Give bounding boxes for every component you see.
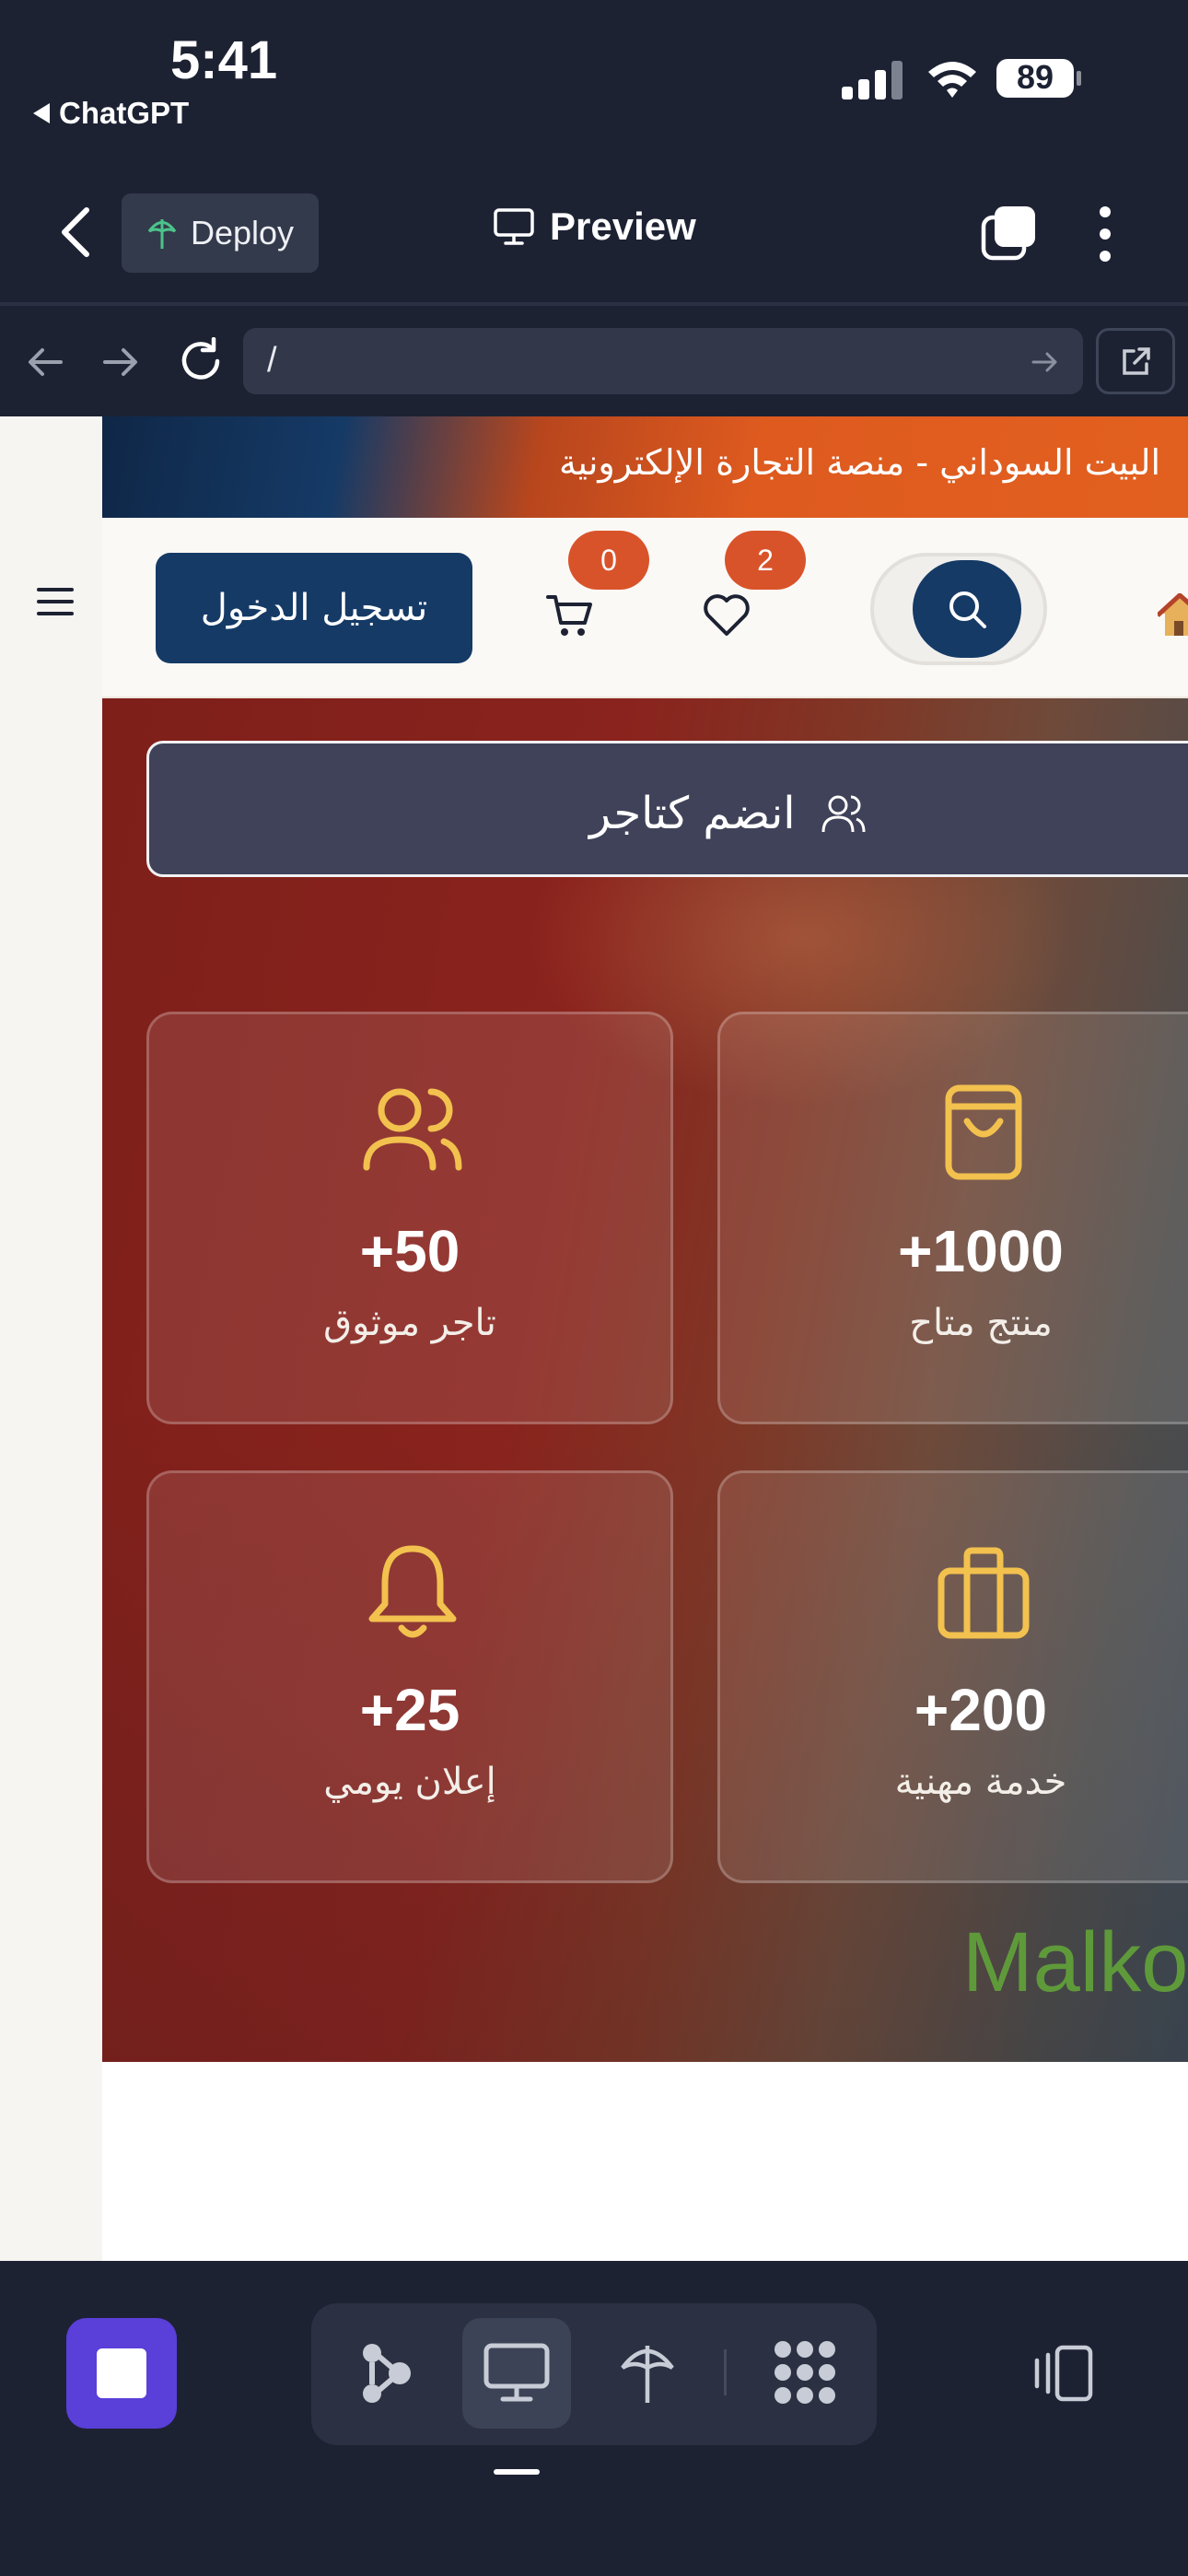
flow-icon[interactable] [354, 2340, 418, 2406]
stat-card-products: +1000 منتج متاح [717, 1012, 1188, 1424]
search-icon [949, 591, 986, 628]
cart-count-badge: 0 [568, 531, 649, 590]
back-chevron-icon[interactable] [55, 205, 98, 260]
content-section [102, 2062, 1188, 2261]
battery-level: 89 [1016, 58, 1054, 96]
join-button-content: انضم كتاجر [589, 788, 866, 839]
deploy-button[interactable]: Deploy [122, 193, 319, 273]
preview-title: Preview [493, 205, 696, 249]
status-time: 5:41 [170, 30, 278, 90]
wishlist-count-badge: 2 [725, 531, 806, 590]
cart-icon[interactable] [544, 590, 596, 641]
battery-indicator: 89 [995, 55, 1083, 101]
apps-grid-icon[interactable] [770, 2338, 840, 2406]
back-to-app-link[interactable]: ChatGPT [33, 96, 189, 131]
stat-card-ads: +25 إعلان يومي [146, 1470, 673, 1883]
search-button[interactable] [913, 560, 1021, 658]
open-external-button[interactable] [1096, 328, 1175, 394]
stat-card-merchants: +50 تاجر موثوق [146, 1012, 673, 1424]
reload-icon[interactable] [177, 337, 225, 385]
stat-caption: إعلان يومي [323, 1761, 496, 1803]
login-button[interactable]: تسجيل الدخول [156, 553, 472, 663]
stat-caption: منتج متاح [909, 1302, 1053, 1344]
stat-value: +25 [359, 1677, 460, 1743]
stat-value: +200 [914, 1677, 1048, 1743]
appbar-divider [0, 302, 1188, 306]
deploy-icon[interactable] [619, 2338, 676, 2406]
external-link-icon [1123, 347, 1150, 375]
users-icon [363, 1088, 462, 1171]
back-triangle-icon [33, 103, 50, 123]
heart-icon[interactable] [701, 590, 752, 641]
stat-card-services: +200 خدمة مهنية [717, 1470, 1188, 1883]
more-vertical-icon[interactable] [1087, 205, 1124, 263]
stop-icon [97, 2348, 146, 2398]
sidebar-strip [0, 416, 102, 2261]
stat-value: +50 [359, 1218, 460, 1284]
site-header: تسجيل الدخول 0 2 [102, 518, 1188, 698]
arrow-left-icon[interactable] [24, 341, 66, 383]
device-toggle-icon[interactable] [1030, 2344, 1100, 2403]
briefcase-icon [938, 1547, 1030, 1639]
wifi-icon [928, 62, 976, 98]
banner-text: البيت السوداني - منصة التجارة الإلكتروني… [559, 442, 1160, 483]
go-arrow-icon[interactable] [1030, 346, 1061, 378]
join-as-merchant-button[interactable]: انضم كتاجر [146, 741, 1188, 877]
url-text: / [267, 341, 277, 380]
deploy-label: Deploy [190, 214, 295, 252]
house-logo-icon[interactable] [1158, 593, 1188, 636]
home-indicator [494, 2469, 540, 2475]
login-label: تسجيل الدخول [200, 587, 428, 629]
stat-caption: خدمة مهنية [894, 1761, 1067, 1803]
site-page: البيت السوداني - منصة التجارة الإلكتروني… [102, 416, 1188, 2261]
cellular-signal-icon [842, 61, 903, 100]
arrow-right-icon[interactable] [99, 341, 142, 383]
hamburger-menu-icon[interactable] [37, 586, 74, 617]
join-label: انضم كتاجر [589, 788, 796, 839]
web-viewport: البيت السوداني - منصة التجارة الإلكتروني… [0, 416, 1188, 2261]
hero-section: انضم كتاجر +50 تاجر موثوق +1000 منتج متا… [102, 698, 1188, 2062]
deploy-icon [147, 219, 177, 249]
monitor-icon [494, 208, 534, 245]
stat-caption: تاجر موثوق [323, 1302, 496, 1344]
shopping-bag-icon [945, 1084, 1022, 1180]
mode-separator [724, 2349, 727, 2395]
back-app-label: ChatGPT [59, 96, 190, 130]
top-banner: البيت السوداني - منصة التجارة الإلكتروني… [102, 416, 1188, 518]
preview-label: Preview [550, 205, 696, 248]
users-icon [821, 795, 866, 833]
monitor-icon[interactable] [483, 2342, 551, 2403]
bell-icon [368, 1545, 457, 1638]
url-input[interactable] [243, 328, 1083, 394]
tabs-icon[interactable] [980, 205, 1037, 262]
stop-button[interactable] [66, 2318, 177, 2429]
stat-value: +1000 [898, 1218, 1064, 1284]
brand-watermark: Malko [962, 1915, 1188, 2009]
